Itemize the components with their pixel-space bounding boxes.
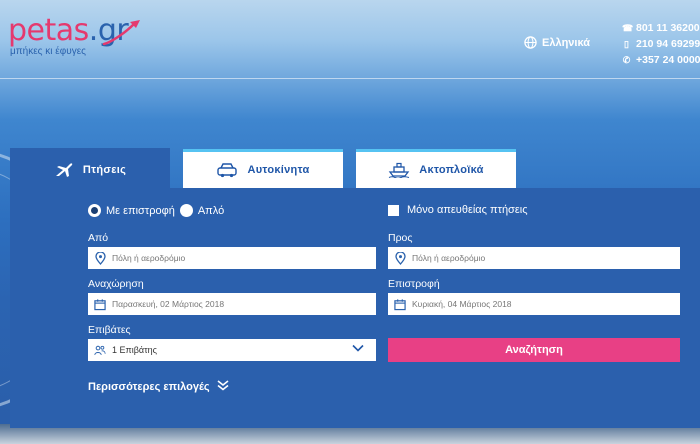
tab-ferries-label: Ακτοπλοϊκά	[419, 164, 484, 176]
flight-search-panel: Με επιστροφή Απλό Μόνο απευθείας πτήσεις…	[10, 188, 700, 428]
tab-cars-label: Αυτοκίνητα	[247, 164, 310, 176]
plane-icon	[55, 162, 73, 177]
site-header: petas.gr μπήκες κι έφυγες Ελληνικά ☎ 801…	[0, 0, 700, 76]
trip-type-group: Με επιστροφή Απλό	[88, 204, 224, 217]
contact-cyprus-text: +357 24 0000	[636, 54, 700, 66]
departure-label: Αναχώρηση	[88, 278, 144, 290]
one-way-radio[interactable]	[179, 204, 193, 217]
contact-phone[interactable]: ☎ 801 11 36200	[622, 20, 700, 36]
phone-icon: ☎	[622, 22, 634, 33]
from-placeholder: Πόλη ή αεροδρόμιο	[112, 253, 186, 263]
departure-date-input[interactable]: Παρασκευή, 02 Μάρτιος 2018	[88, 293, 376, 315]
direct-flights-checkbox[interactable]	[388, 204, 399, 216]
calendar-icon	[94, 298, 106, 311]
contact-cyprus[interactable]: ✆ +357 24 0000	[622, 52, 700, 68]
to-label: Προς	[388, 232, 413, 244]
mobile-icon: ▯	[624, 38, 629, 49]
passengers-value: 1 Επιβάτης	[112, 345, 157, 355]
language-selector[interactable]: Ελληνικά	[524, 36, 590, 49]
to-input[interactable]: Πόλη ή αεροδρόμιο	[388, 247, 680, 269]
chevron-down-icon	[352, 344, 364, 354]
passengers-label: Επιβάτες	[88, 324, 131, 336]
return-label: Επιστροφή	[388, 278, 440, 290]
round-trip-label[interactable]: Με επιστροφή	[106, 205, 175, 217]
direct-flights-label[interactable]: Μόνο απευθείας πτήσεις	[407, 204, 528, 216]
contact-phone-text: 801 11 36200	[636, 22, 700, 34]
from-input[interactable]: Πόλη ή αεροδρόμιο	[88, 247, 376, 269]
tab-ferries[interactable]: Ακτοπλοϊκά	[356, 149, 516, 188]
departure-date-value: Παρασκευή, 02 Μάρτιος 2018	[112, 299, 225, 309]
double-chevron-down-icon	[217, 380, 229, 394]
search-button[interactable]: Αναζήτηση	[388, 338, 680, 362]
passengers-icon	[94, 344, 106, 357]
logo[interactable]: petas.gr μπήκες κι έφυγες	[8, 14, 140, 57]
return-date-input[interactable]: Κυριακή, 04 Μάρτιος 2018	[388, 293, 680, 315]
from-label: Από	[88, 232, 109, 244]
car-icon	[217, 163, 238, 178]
passengers-select[interactable]: 1 Επιβάτης	[88, 339, 376, 361]
one-way-label[interactable]: Απλό	[198, 205, 224, 217]
calendar-icon	[394, 298, 406, 311]
handset-icon: ✆	[622, 54, 631, 65]
round-trip-radio[interactable]	[88, 204, 101, 217]
location-pin-icon	[394, 251, 406, 265]
to-placeholder: Πόλη ή αεροδρόμιο	[412, 253, 486, 263]
location-pin-icon	[94, 251, 106, 265]
ship-icon	[388, 162, 410, 178]
return-date-value: Κυριακή, 04 Μάρτιος 2018	[412, 299, 512, 309]
direct-flights-option: Μόνο απευθείας πτήσεις	[388, 204, 528, 216]
more-options-label: Περισσότερες επιλογές	[88, 381, 210, 393]
globe-icon	[524, 36, 537, 49]
language-label: Ελληνικά	[542, 36, 590, 49]
contact-list: ☎ 801 11 36200 ▯ 210 94 69299 ✆ +357 24 …	[622, 20, 700, 68]
contact-mobile-text: 210 94 69299	[636, 38, 700, 50]
tab-flights-label: Πτήσεις	[82, 163, 127, 176]
more-options-toggle[interactable]: Περισσότερες επιλογές	[88, 380, 229, 394]
contact-mobile[interactable]: ▯ 210 94 69299	[622, 36, 700, 52]
header-divider	[0, 78, 700, 79]
tab-flights[interactable]: Πτήσεις	[10, 148, 170, 188]
tab-cars[interactable]: Αυτοκίνητα	[183, 149, 343, 188]
logo-swoosh-icon	[102, 20, 140, 46]
